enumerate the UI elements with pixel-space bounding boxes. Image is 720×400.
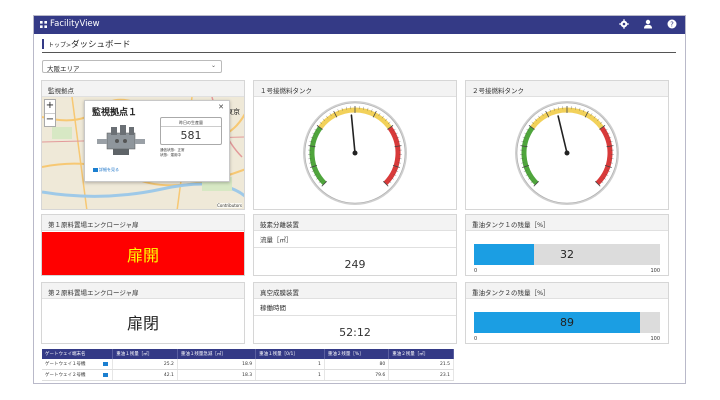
- column-header[interactable]: ゲートウェイ端末名: [42, 349, 114, 359]
- popup-value-card: 昨日の生産量 581: [160, 117, 222, 145]
- map-zoom-control: + −: [44, 99, 56, 127]
- table-cell: 1: [255, 359, 325, 370]
- gateway-name: ゲートウェイ１号機: [45, 362, 86, 367]
- map-panel: 監視拠点 + − 東京 監視拠点１ ✕ 昨日の生産量 581 通信状態：正常 状…: [41, 80, 245, 210]
- tank1-gauge: [303, 101, 407, 205]
- table-cell: 42.1: [112, 369, 178, 381]
- enclosure2-status: 扉閉: [42, 300, 244, 343]
- grid-icon: [40, 20, 47, 28]
- map-panel-title: 監視拠点: [42, 81, 244, 97]
- popup-detail-line: 状態：運用中: [160, 153, 181, 157]
- oil1-min: 0: [474, 268, 478, 274]
- table-row[interactable]: ゲートウェイ１号機 25.2 18.9 1 80 21.5: [42, 359, 454, 370]
- table-cell: 18.3: [177, 369, 257, 381]
- popup-value: 581: [180, 129, 202, 142]
- popup-value-label: 昨日の生産量: [161, 118, 221, 127]
- top-bar: FacilityView ?: [34, 16, 685, 34]
- oil2-max: 100: [650, 336, 660, 342]
- chevron-down-icon: ⌄: [210, 62, 216, 69]
- table-cell: 1: [255, 369, 325, 381]
- brand[interactable]: FacilityView: [40, 19, 100, 29]
- oil1-panel: 重油タンク１の残量［%］ 32 0 100: [465, 214, 669, 276]
- enclosure2-panel: 第２原料置場エンクロージャ扉 扉閉: [41, 282, 245, 344]
- close-icon[interactable]: ✕: [218, 103, 224, 111]
- gear-icon[interactable]: [619, 19, 629, 29]
- table-cell: 23.1: [388, 369, 454, 381]
- svg-text:?: ?: [670, 21, 674, 29]
- column-header[interactable]: 重油１残量［0/1］: [255, 349, 325, 359]
- page-title: ダッシュボード: [71, 40, 131, 50]
- breadcrumb-marker: [42, 39, 44, 49]
- breadcrumb-home[interactable]: トップ: [48, 40, 66, 49]
- oil1-title: 重油タンク１の残量［%］: [466, 215, 668, 231]
- user-icon[interactable]: [643, 19, 653, 29]
- separator-value: 249: [344, 258, 366, 271]
- table-cell: 18.9: [177, 359, 257, 370]
- enclosure1-title: 第１原料置場エンクロージャ扉: [42, 215, 244, 231]
- popup-title: 監視拠点１: [92, 108, 138, 118]
- site-popup: 監視拠点１ ✕ 昨日の生産量 581 通信状態：正常 状態：運用中 詳細を見る: [84, 100, 230, 182]
- enclosure1-panel: 第１原料置場エンクロージャ扉 扉開: [41, 214, 245, 276]
- oil1-value: 32: [560, 248, 574, 261]
- enclosure2-title: 第２原料置場エンクロージャ扉: [42, 283, 244, 299]
- link-icon[interactable]: [103, 373, 109, 377]
- table-cell: 79.6: [324, 369, 390, 381]
- oil2-min: 0: [474, 336, 478, 342]
- area-select-value: 大阪エリア: [47, 65, 80, 73]
- gateway-table: ゲートウェイ端末名 重油１残量［㎥］ 重油１残量急減［㎥］ 重油１残量［0/1］…: [42, 349, 454, 381]
- separator-title: 鼓素分離装置: [254, 215, 456, 231]
- zoom-out-button[interactable]: −: [45, 113, 55, 126]
- app-frame: FacilityView ? トップ > ダッシュボード 大阪エリア ⌄ 監視拠…: [33, 15, 686, 384]
- map-credit: Contributors: [217, 203, 242, 208]
- enclosure1-status: 扉開: [42, 232, 244, 275]
- table-header-row: ゲートウェイ端末名 重油１残量［㎥］ 重油１残量急減［㎥］ 重油１残量［0/1］…: [42, 349, 454, 359]
- link-icon: [93, 168, 98, 172]
- separator-label: 流量［㎥］: [254, 231, 456, 248]
- tank2-title: ２号接燃料タンク: [466, 81, 668, 97]
- table-cell: 21.5: [388, 359, 454, 370]
- breadcrumb-divider: [42, 52, 676, 53]
- equipment-illustration: [97, 125, 145, 155]
- separator-panel: 鼓素分離装置 流量［㎥］ 249: [253, 214, 457, 276]
- table-cell: 25.2: [112, 359, 178, 370]
- column-header[interactable]: 重油１残量［㎥］: [112, 349, 178, 359]
- link-icon[interactable]: [103, 362, 109, 366]
- vacuum-value: 52:12: [339, 326, 371, 339]
- map[interactable]: + − 東京 監視拠点１ ✕ 昨日の生産量 581 通信状態：正常 状態：運用中…: [42, 97, 244, 209]
- vacuum-panel: 真空成膜装置 稼働時間 52:12: [253, 282, 457, 344]
- gateway-name-cell: ゲートウェイ１号機: [42, 359, 114, 370]
- breadcrumb: トップ > ダッシュボード: [42, 38, 131, 50]
- zoom-in-button[interactable]: +: [45, 100, 55, 113]
- popup-detail: 通信状態：正常 状態：運用中: [160, 148, 185, 158]
- help-icon[interactable]: ?: [667, 19, 677, 29]
- popup-detail-link[interactable]: 詳細を見る: [93, 167, 119, 173]
- tank2-panel: ２号接燃料タンク: [465, 80, 669, 210]
- oil1-bar: 32: [474, 244, 660, 265]
- oil2-panel: 重油タンク２の残量［%］ 89 0 100: [465, 282, 669, 344]
- popup-link-label: 詳細を見る: [99, 167, 119, 172]
- tank2-gauge: [515, 101, 619, 205]
- gateway-name: ゲートウェイ２号機: [45, 373, 86, 378]
- oil1-max: 100: [650, 268, 660, 274]
- gauge-hub: [352, 150, 358, 156]
- oil2-value: 89: [560, 316, 574, 329]
- column-header[interactable]: 重油１残量急減［㎥］: [177, 349, 257, 359]
- app-title: FacilityView: [50, 19, 100, 29]
- oil2-title: 重油タンク２の残量［%］: [466, 283, 668, 299]
- tank1-panel: １号接燃料タンク: [253, 80, 457, 210]
- table-cell: 80: [324, 359, 390, 370]
- gateway-name-cell: ゲートウェイ２号機: [42, 369, 114, 381]
- vacuum-title: 真空成膜装置: [254, 283, 456, 299]
- vacuum-label: 稼働時間: [254, 299, 456, 316]
- column-header[interactable]: 重油２残量［㎥］: [388, 349, 454, 359]
- area-select[interactable]: 大阪エリア ⌄: [42, 60, 222, 73]
- tank1-title: １号接燃料タンク: [254, 81, 456, 97]
- gauge-hub: [564, 150, 570, 156]
- table-row[interactable]: ゲートウェイ２号機 42.1 18.3 1 79.6 23.1: [42, 369, 454, 381]
- column-header[interactable]: 重油２残量［%］: [324, 349, 390, 359]
- oil2-bar: 89: [474, 312, 660, 333]
